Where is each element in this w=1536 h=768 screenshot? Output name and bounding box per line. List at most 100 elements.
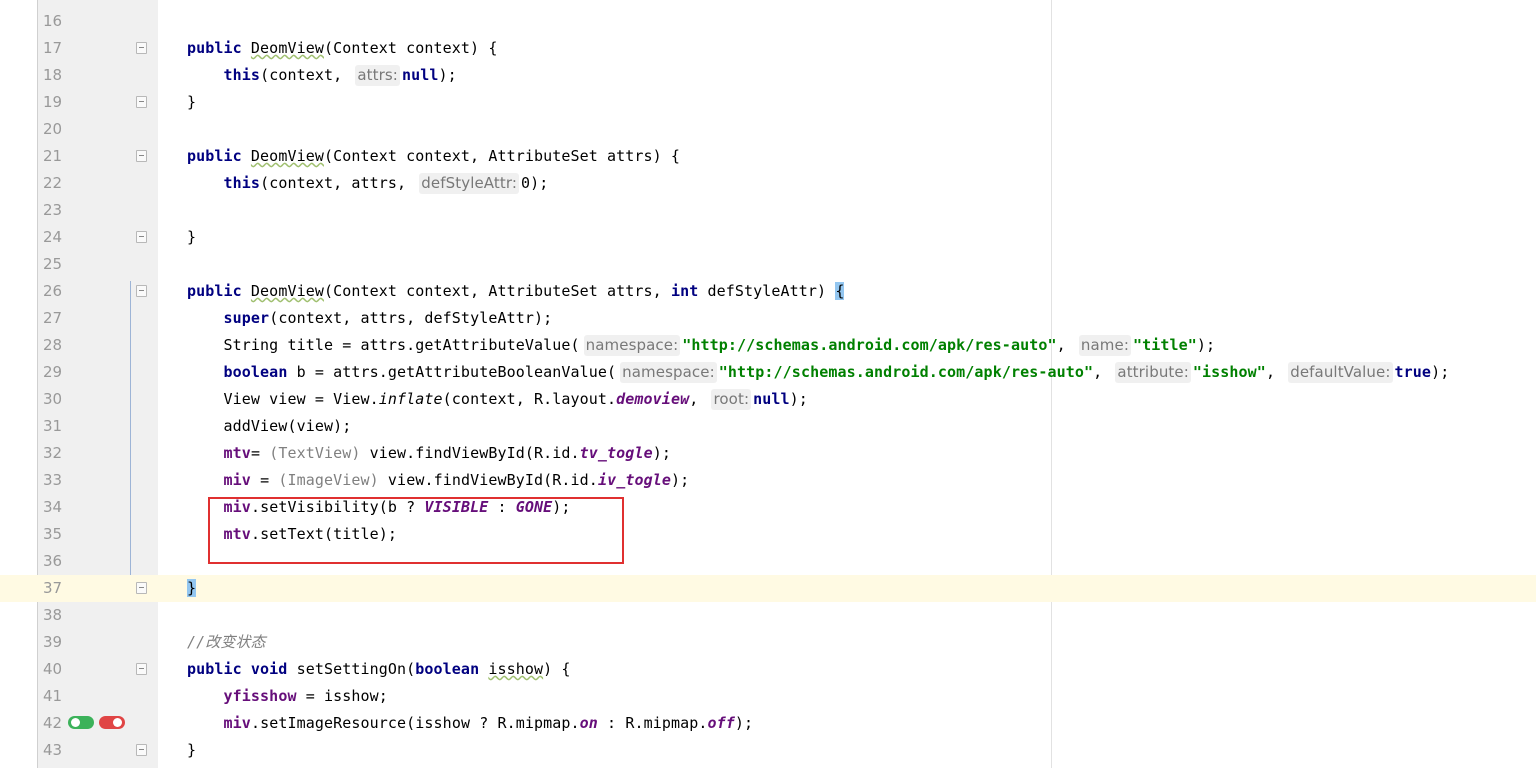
code-text[interactable]: yfisshow = isshow; <box>187 683 388 710</box>
code-token: view.findViewById(R.id. <box>360 444 580 462</box>
code-line[interactable]: 38 <box>0 602 1536 629</box>
line-number: 31 <box>43 417 63 435</box>
code-token: "http://schemas.android.com/apk/res-auto… <box>718 363 1094 381</box>
line-number: 29 <box>43 363 63 381</box>
line-number: 34 <box>43 498 63 516</box>
code-text[interactable]: } <box>187 737 196 764</box>
code-text[interactable]: boolean b = attrs.getAttributeBooleanVal… <box>187 359 1449 386</box>
fold-marker-icon[interactable] <box>136 285 147 297</box>
code-line[interactable]: 25 <box>0 251 1536 278</box>
code-token: view.findViewById(R.id. <box>378 471 598 489</box>
code-token: mtv <box>223 444 251 462</box>
line-number: 28 <box>43 336 63 354</box>
code-text[interactable]: public DeomView(Context context) { <box>187 35 497 62</box>
code-text[interactable]: } <box>187 224 196 251</box>
line-number: 32 <box>43 444 63 462</box>
code-text[interactable]: String title = attrs.getAttributeValue(n… <box>187 332 1215 359</box>
line-number: 37 <box>43 579 63 597</box>
line-number: 25 <box>43 255 63 273</box>
code-text[interactable]: //改变状态 <box>187 629 266 656</box>
parameter-hint: name: <box>1078 335 1131 356</box>
code-text[interactable]: View view = View.inflate(context, R.layo… <box>187 386 808 413</box>
code-line[interactable]: 24} <box>0 224 1536 251</box>
code-text[interactable]: } <box>187 575 197 602</box>
line-number: 24 <box>43 228 63 246</box>
fold-marker-icon[interactable] <box>136 150 147 162</box>
fold-marker-icon[interactable] <box>136 582 147 594</box>
code-token: DeomView <box>250 39 324 57</box>
code-token: View view = View. <box>187 390 379 408</box>
code-text[interactable]: addView(view); <box>187 413 352 440</box>
code-text[interactable]: super(context, attrs, defStyleAttr); <box>187 305 553 332</box>
line-number: 20 <box>43 120 63 138</box>
code-line[interactable]: 41 yfisshow = isshow; <box>0 683 1536 710</box>
code-line[interactable]: 43} <box>0 737 1536 764</box>
code-token: = <box>250 444 270 462</box>
line-number: 19 <box>43 93 63 111</box>
code-line[interactable]: 31 addView(view); <box>0 413 1536 440</box>
code-text[interactable]: } <box>187 89 196 116</box>
code-token: (context, R.layout. <box>442 390 617 408</box>
code-token: 0); <box>521 174 549 192</box>
code-text[interactable]: miv.setImageResource(isshow ? R.mipmap.o… <box>187 710 754 737</box>
code-text[interactable]: miv = (ImageView) view.findViewById(R.id… <box>187 467 690 494</box>
code-line[interactable]: 39 //改变状态 <box>0 629 1536 656</box>
fold-marker-icon[interactable] <box>136 96 147 108</box>
code-line[interactable]: 37} <box>0 575 1536 602</box>
code-text[interactable]: this(context, attrs, defStyleAttr: 0); <box>187 170 548 197</box>
code-text[interactable]: public DeomView(Context context, Attribu… <box>187 143 680 170</box>
code-token: = <box>250 471 279 489</box>
code-line[interactable]: 23 <box>0 197 1536 224</box>
fold-marker-icon[interactable] <box>136 231 147 243</box>
line-number: 39 <box>43 633 63 651</box>
code-line[interactable]: 17 public DeomView(Context context) { <box>0 35 1536 62</box>
line-number: 42 <box>43 714 63 732</box>
line-number: 36 <box>43 552 63 570</box>
code-token: ); <box>652 444 671 462</box>
code-token: super <box>223 309 270 327</box>
code-line[interactable]: 18 this(context, attrs: null); <box>0 62 1536 89</box>
code-text[interactable]: public void setSettingOn(boolean isshow)… <box>187 656 571 683</box>
code-token: miv <box>223 714 251 732</box>
code-token: (context, <box>260 66 352 84</box>
code-line[interactable]: 26 public DeomView(Context context, Attri… <box>0 278 1536 305</box>
code-line[interactable]: 29 boolean b = attrs.getAttributeBoolean… <box>0 359 1536 386</box>
code-text[interactable]: public DeomView(Context context, Attribu… <box>187 278 845 305</box>
line-number: 16 <box>43 12 63 30</box>
code-token: (Context context, AttributeSet attrs) { <box>323 147 681 165</box>
code-token: b = attrs.getAttributeBooleanValue( <box>296 363 617 381</box>
fold-marker-icon[interactable] <box>136 663 147 675</box>
code-token: (Context context) { <box>323 39 498 57</box>
line-number: 21 <box>43 147 63 165</box>
code-line[interactable]: 33 miv = (ImageView) view.findViewById(R… <box>0 467 1536 494</box>
code-token: //改变状态 <box>187 633 266 651</box>
code-line[interactable]: 32 mtv= (TextView) view.findViewById(R.i… <box>0 440 1536 467</box>
code-line[interactable]: 16 <box>0 8 1536 35</box>
code-text[interactable]: this(context, attrs: null); <box>187 62 457 89</box>
code-token: , <box>1265 363 1285 381</box>
code-line[interactable]: 22 this(context, attrs, defStyleAttr: 0); <box>0 170 1536 197</box>
code-line[interactable]: 40 public void setSettingOn(boolean issho… <box>0 656 1536 683</box>
code-token: "title" <box>1132 336 1197 354</box>
code-line[interactable]: 20 <box>0 116 1536 143</box>
code-token: "isshow" <box>1192 363 1266 381</box>
code-line[interactable]: 21 public DeomView(Context context, Attri… <box>0 143 1536 170</box>
code-text[interactable]: mtv= (TextView) view.findViewById(R.id.t… <box>187 440 671 467</box>
fold-marker-icon[interactable] <box>136 42 147 54</box>
line-number: 30 <box>43 390 63 408</box>
code-line[interactable]: 30 View view = View.inflate(context, R.l… <box>0 386 1536 413</box>
code-line[interactable]: 27 super(context, attrs, defStyleAttr); <box>0 305 1536 332</box>
fold-marker-icon[interactable] <box>136 744 147 756</box>
code-line[interactable]: 42 miv.setImageResource(isshow ? R.mipma… <box>0 710 1536 737</box>
code-token: demoview <box>616 390 690 408</box>
code-token: = isshow; <box>296 687 388 705</box>
code-line[interactable]: 28 String title = attrs.getAttributeValu… <box>0 332 1536 359</box>
code-line[interactable]: 19} <box>0 89 1536 116</box>
code-token: boolean <box>415 660 489 678</box>
code-token: ); <box>1431 363 1450 381</box>
